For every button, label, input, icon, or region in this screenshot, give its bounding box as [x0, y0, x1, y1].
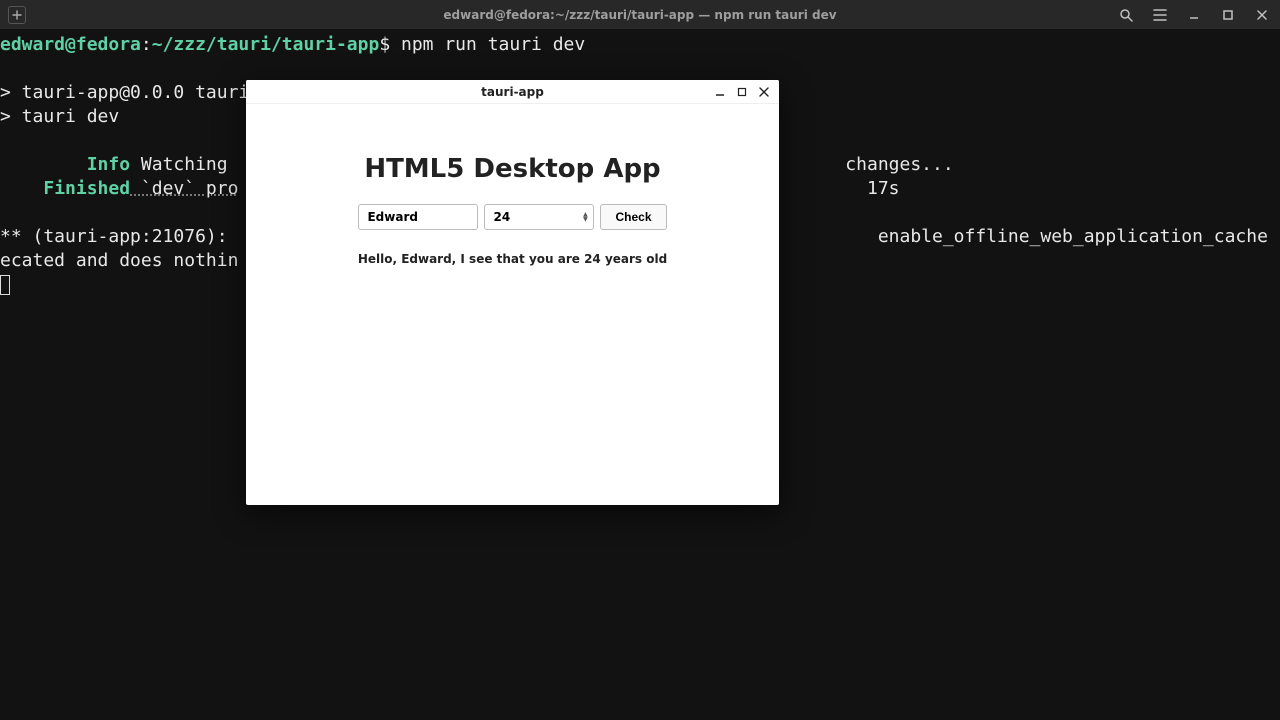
tauri-app-window: tauri-app HTML5 Desktop App ▲ ▼ [246, 80, 779, 505]
app-minimize-icon[interactable] [713, 85, 727, 99]
form-row: ▲ ▼ Check [286, 204, 739, 230]
maximize-button[interactable] [1220, 7, 1236, 23]
greeting-text: Hello, Edward, I see that you are 24 yea… [286, 252, 739, 266]
search-icon[interactable] [1118, 7, 1134, 23]
terminal-title: edward@fedora:~/zzz/tauri/tauri-app — np… [443, 8, 836, 22]
new-tab-button[interactable] [8, 6, 26, 24]
terminal-cursor [0, 275, 10, 295]
command-text: npm run tauri dev [401, 34, 585, 55]
minimize-button[interactable] [1186, 7, 1202, 23]
close-button[interactable] [1254, 7, 1270, 23]
terminal-titlebar: edward@fedora:~/zzz/tauri/tauri-app — np… [0, 0, 1280, 29]
age-input[interactable] [484, 204, 594, 230]
app-close-icon[interactable] [757, 85, 771, 99]
app-titlebar: tauri-app [246, 80, 779, 104]
number-stepper[interactable]: ▲ ▼ [580, 206, 590, 228]
output-line: ecated and does nothin [0, 250, 238, 271]
check-button[interactable]: Check [600, 204, 666, 230]
info-label: Info [87, 154, 130, 175]
step-down-icon[interactable]: ▼ [580, 217, 590, 222]
app-window-title: tauri-app [481, 85, 544, 99]
app-heading: HTML5 Desktop App [286, 154, 739, 184]
output-line: ** (tauri-app:21076): [0, 226, 238, 247]
prompt-user: edward@fedora [0, 34, 141, 55]
output-line: > tauri dev [0, 106, 119, 127]
app-content: HTML5 Desktop App ▲ ▼ Check Hello, Edwar… [246, 104, 779, 266]
hamburger-menu-icon[interactable] [1152, 7, 1168, 23]
app-maximize-icon[interactable] [735, 85, 749, 99]
prompt-path: ~/zzz/tauri/tauri-app [152, 34, 380, 55]
output-line: > tauri-app@0.0.0 tauri [0, 82, 249, 103]
finished-label: Finished [43, 178, 130, 199]
name-input[interactable] [358, 204, 478, 230]
